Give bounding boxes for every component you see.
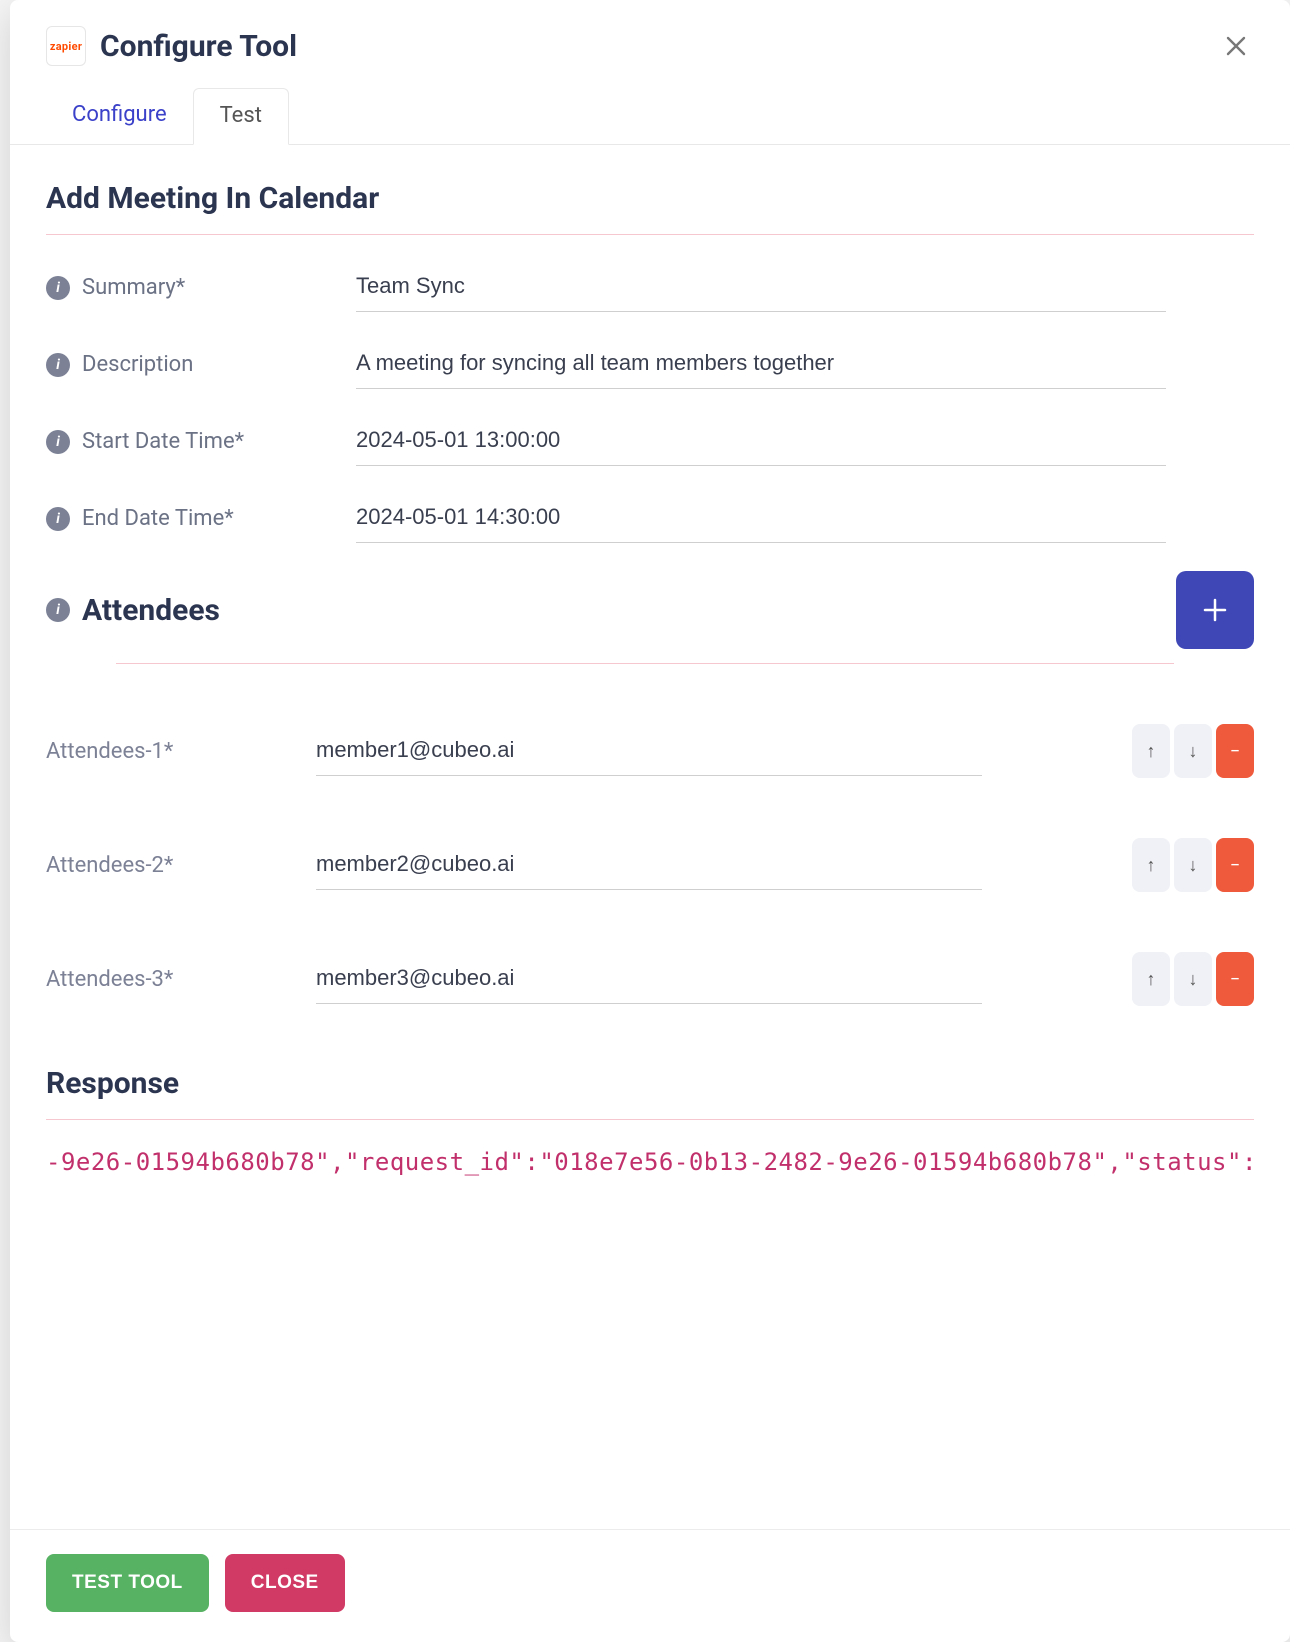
field-end-label: i End Date Time* [46,506,356,531]
field-start-datetime: i Start Date Time* [46,417,1254,466]
attendee-label: Attendees-1* [46,739,316,764]
response-title: Response [46,1066,1254,1101]
attendee-input[interactable] [316,955,982,1004]
info-icon: i [46,507,70,531]
arrow-down-icon: ↓ [1189,855,1198,876]
field-summary: i Summary* [46,263,1254,312]
modal-header: zapier Configure Tool [10,0,1290,66]
move-down-button[interactable]: ↓ [1174,952,1212,1006]
move-up-button[interactable]: ↑ [1132,724,1170,778]
move-up-button[interactable]: ↑ [1132,838,1170,892]
field-start-label: i Start Date Time* [46,429,356,454]
label-text: Summary* [82,275,185,300]
attendees-title: i Attendees [46,593,220,628]
remove-button[interactable]: − [1216,952,1254,1006]
modal-footer: TEST TOOL CLOSE [10,1529,1290,1642]
arrow-up-icon: ↑ [1147,855,1156,876]
attendee-controls: ↑ ↓ − [1132,838,1254,892]
attendee-row: Attendees-2* ↑ ↓ − [46,838,1254,892]
remove-button[interactable]: − [1216,724,1254,778]
tab-configure[interactable]: Configure [46,88,193,144]
attendees-title-text: Attendees [82,593,220,628]
attendee-label: Attendees-2* [46,853,316,878]
close-icon[interactable] [1218,28,1254,64]
field-summary-label: i Summary* [46,275,356,300]
arrow-down-icon: ↓ [1189,969,1198,990]
divider [116,663,1174,664]
arrow-down-icon: ↓ [1189,741,1198,762]
start-datetime-input[interactable] [356,417,1166,466]
response-body: -9e26-01594b680b78","request_id":"018e7e… [46,1140,1254,1206]
section-title: Add Meeting In Calendar [46,181,1254,216]
attendee-controls: ↑ ↓ − [1132,724,1254,778]
test-tool-button[interactable]: TEST TOOL [46,1554,209,1612]
zapier-logo: zapier [46,26,86,66]
move-down-button[interactable]: ↓ [1174,724,1212,778]
label-text: End Date Time* [82,506,234,531]
minus-icon: − [1230,741,1240,762]
attendee-label: Attendees-3* [46,967,316,992]
minus-icon: − [1230,855,1240,876]
info-icon: i [46,276,70,300]
minus-icon: − [1230,969,1240,990]
divider [46,234,1254,235]
move-up-button[interactable]: ↑ [1132,952,1170,1006]
info-icon: i [46,598,70,622]
modal-body: Add Meeting In Calendar i Summary* i Des… [10,145,1290,1529]
field-end-datetime: i End Date Time* [46,494,1254,543]
add-attendee-button[interactable] [1176,571,1254,649]
modal-title: Configure Tool [100,29,297,64]
configure-tool-modal: zapier Configure Tool Configure Test Add… [10,0,1290,1642]
summary-input[interactable] [356,263,1166,312]
info-icon: i [46,430,70,454]
remove-button[interactable]: − [1216,838,1254,892]
attendee-controls: ↑ ↓ − [1132,952,1254,1006]
divider [46,1119,1254,1120]
field-description-label: i Description [46,352,356,377]
field-description: i Description [46,340,1254,389]
close-button[interactable]: CLOSE [225,1554,345,1612]
attendee-input[interactable] [316,841,982,890]
description-input[interactable] [356,340,1166,389]
label-text: Start Date Time* [82,429,244,454]
move-down-button[interactable]: ↓ [1174,838,1212,892]
attendee-row: Attendees-1* ↑ ↓ − [46,724,1254,778]
attendees-header: i Attendees [46,571,1254,649]
info-icon: i [46,353,70,377]
arrow-up-icon: ↑ [1147,741,1156,762]
end-datetime-input[interactable] [356,494,1166,543]
arrow-up-icon: ↑ [1147,969,1156,990]
tabs: Configure Test [10,66,1290,145]
label-text: Description [82,352,193,377]
tab-test[interactable]: Test [193,88,289,145]
attendee-input[interactable] [316,727,982,776]
attendee-row: Attendees-3* ↑ ↓ − [46,952,1254,1006]
